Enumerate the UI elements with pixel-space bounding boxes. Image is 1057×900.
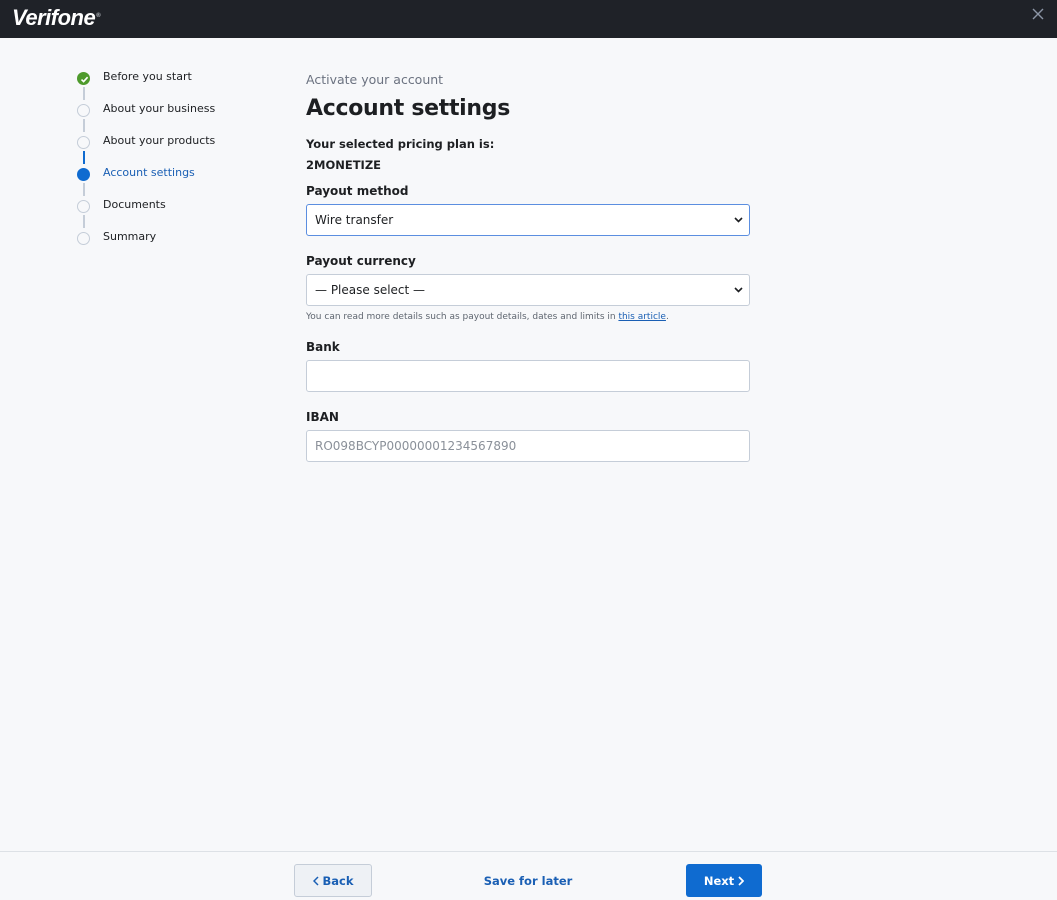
this-article-link[interactable]: this article <box>618 312 666 322</box>
check-icon <box>77 72 90 85</box>
step-circle-icon <box>77 104 90 117</box>
step-label: About your products <box>103 134 216 147</box>
step-about-your-products[interactable]: About your products <box>77 134 215 166</box>
iban-placeholder: RO098BCYP00000001234567890 <box>315 439 517 453</box>
step-label: About your business <box>103 102 216 115</box>
chevron-down-icon <box>733 275 743 305</box>
payout-method-value: Wire transfer <box>315 213 394 227</box>
page-subtitle: Activate your account <box>306 72 444 87</box>
step-connector <box>83 119 85 132</box>
next-button[interactable]: Next <box>686 864 762 897</box>
verifone-logo: Verifone® <box>12 5 101 30</box>
chevron-left-icon <box>312 875 319 886</box>
chevron-right-icon <box>738 875 745 886</box>
bank-input[interactable] <box>306 360 750 392</box>
step-label: Account settings <box>103 166 195 179</box>
payout-currency-select[interactable]: — Please select — <box>306 274 750 306</box>
step-label: Summary <box>103 230 157 243</box>
step-connector <box>83 215 85 228</box>
step-circle-icon <box>77 200 90 213</box>
pricing-plan-value: 2MONETIZE <box>306 158 382 172</box>
iban-label: IBAN <box>306 410 339 424</box>
payout-method-select[interactable]: Wire transfer <box>306 204 750 236</box>
step-circle-icon <box>77 136 90 149</box>
payout-method-label: Payout method <box>306 184 409 198</box>
progress-stepper: Before you start About your business Abo… <box>77 70 215 262</box>
bank-label: Bank <box>306 340 340 354</box>
step-circle-icon <box>77 232 90 245</box>
step-connector <box>83 183 85 196</box>
iban-input[interactable]: RO098BCYP00000001234567890 <box>306 430 750 462</box>
step-before-you-start[interactable]: Before you start <box>77 70 215 102</box>
page-title: Account settings <box>306 96 511 121</box>
chevron-down-icon <box>733 205 743 235</box>
step-active-icon <box>77 168 90 181</box>
top-bar: Verifone® <box>0 0 1057 38</box>
step-summary[interactable]: Summary <box>77 230 215 262</box>
account-settings-form: Activate your account Account settings Y… <box>306 70 750 462</box>
step-about-your-business[interactable]: About your business <box>77 102 215 134</box>
pricing-plan-label: Your selected pricing plan is: <box>306 137 495 151</box>
footer-bar: Back Save for later Next <box>0 851 1057 900</box>
step-connector <box>83 87 85 100</box>
step-connector <box>83 151 85 164</box>
step-documents[interactable]: Documents <box>77 198 215 230</box>
step-account-settings[interactable]: Account settings <box>77 166 215 198</box>
payout-helper-text: You can read more details such as payout… <box>306 312 669 322</box>
close-icon[interactable] <box>1031 8 1045 22</box>
step-label: Before you start <box>103 70 192 83</box>
save-for-later-button[interactable]: Save for later <box>478 864 578 897</box>
payout-currency-value: — Please select — <box>315 283 426 297</box>
payout-currency-label: Payout currency <box>306 254 416 268</box>
back-button[interactable]: Back <box>294 864 372 897</box>
step-label: Documents <box>103 198 166 211</box>
